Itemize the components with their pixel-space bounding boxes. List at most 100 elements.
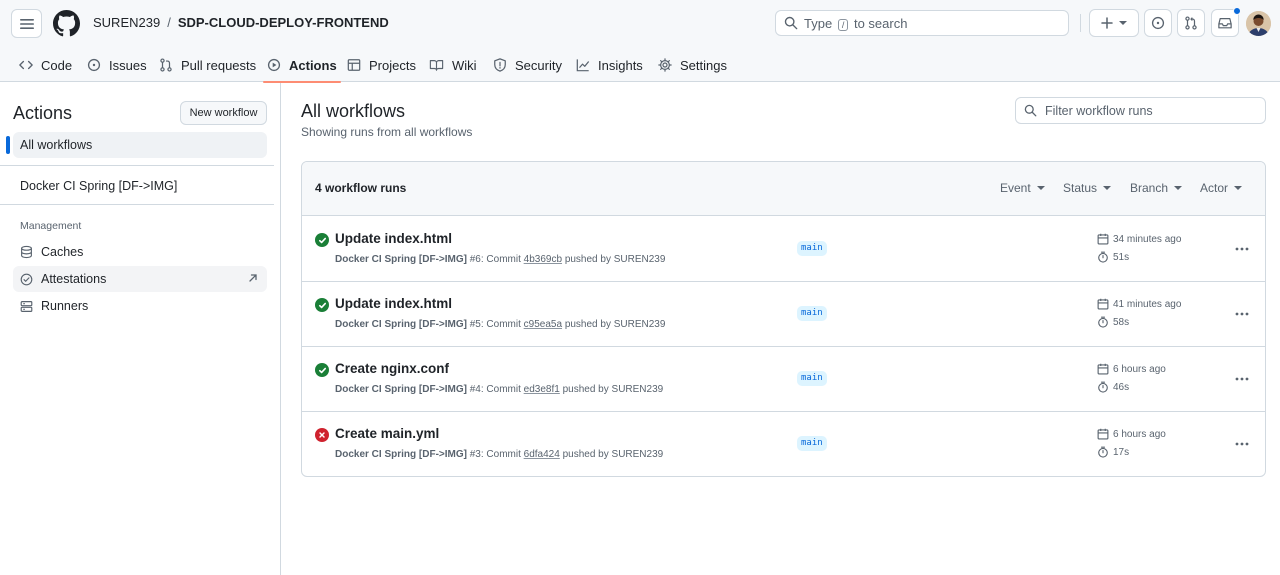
run-options-button[interactable] [1231, 304, 1253, 324]
tab-wiki[interactable]: Wiki [429, 48, 477, 82]
run-title-link[interactable]: Update index.html [335, 296, 452, 311]
branch-badge[interactable]: main [797, 436, 827, 451]
tab-settings[interactable]: Settings [658, 48, 727, 82]
workflow-run-row[interactable]: Update index.html Docker CI Spring [DF->… [302, 217, 1265, 282]
tab-pull-requests[interactable]: Pull requests [159, 48, 256, 82]
chevron-down-icon [1036, 186, 1045, 190]
code-icon [19, 60, 33, 70]
sidebar-item-label: Attestations [41, 272, 107, 286]
tab-code[interactable]: Code [19, 48, 72, 82]
database-icon [21, 245, 32, 259]
tab-label: Actions [289, 57, 337, 73]
run-options-button[interactable] [1231, 434, 1253, 454]
gear-icon [658, 58, 672, 72]
breadcrumb-separator: / [167, 15, 171, 30]
search-icon [1024, 104, 1037, 117]
tab-security[interactable]: Security [493, 48, 562, 82]
menu-button[interactable] [11, 9, 42, 38]
commit-sha-link[interactable]: 4b369cb [524, 254, 562, 265]
avatar[interactable] [1246, 11, 1271, 36]
top-header: SUREN239 / SDP-CLOUD-DEPLOY-FRONTEND Typ… [0, 0, 1280, 83]
tab-label: Projects [369, 57, 416, 73]
search-placeholder-prefix: Type [804, 15, 833, 31]
workflow-run-row[interactable]: Create main.yml Docker CI Spring [DF->IM… [302, 412, 1265, 476]
tab-actions[interactable]: Actions [263, 48, 341, 83]
sidebar-item-attestations[interactable]: Attestations [13, 266, 267, 292]
tab-label: Code [41, 57, 73, 73]
runs-count: 4 workflow runs [315, 181, 407, 195]
github-logo-icon[interactable] [53, 10, 80, 37]
tab-label: Wiki [452, 57, 477, 73]
commit-label: Commit [486, 384, 521, 395]
tab-issues[interactable]: Issues [87, 48, 147, 82]
hamburger-icon [19, 18, 34, 29]
shield-icon [494, 58, 506, 72]
failure-x-icon [315, 428, 329, 442]
run-meta: Docker CI Spring [DF->IMG] #4: Commit ed… [335, 384, 664, 395]
book-icon [429, 60, 444, 71]
run-number: #6 [469, 254, 481, 265]
tab-insights[interactable]: Insights [576, 48, 643, 82]
issues-button[interactable] [1144, 9, 1172, 37]
search-icon [784, 16, 798, 30]
commit-sha-link[interactable]: 6dfa424 [524, 449, 560, 460]
create-new-button[interactable] [1089, 9, 1139, 37]
workflow-run-row[interactable]: Create nginx.conf Docker CI Spring [DF->… [302, 347, 1265, 412]
sidebar-item-runners[interactable]: Runners [13, 293, 267, 319]
chevron-down-icon [1119, 21, 1127, 25]
run-time-text: 6 hours ago [1113, 363, 1166, 375]
dropdown-label: Actor [1200, 181, 1229, 195]
pull-requests-button[interactable] [1177, 9, 1205, 37]
run-title-link[interactable]: Create nginx.conf [335, 361, 449, 376]
commit-sha-link[interactable]: c95ea5a [524, 319, 562, 330]
search-placeholder-suffix: to search [853, 15, 908, 31]
dropdown-label: Status [1063, 181, 1098, 195]
sidebar-item-caches[interactable]: Caches [13, 239, 267, 265]
kebab-horizontal-icon [1235, 442, 1249, 446]
new-workflow-button[interactable]: New workflow [180, 101, 267, 125]
repo-nav-tabs: Code Issues Pull requests Actions Projec… [0, 48, 1280, 83]
sidebar-item-label: Docker CI Spring [DF->IMG] [20, 179, 178, 193]
run-workflow-name: Docker CI Spring [DF->IMG] [335, 449, 467, 460]
run-options-button[interactable] [1231, 239, 1253, 259]
repo-name-link[interactable]: SDP-CLOUD-DEPLOY-FRONTEND [178, 15, 389, 30]
run-duration: 51s [1097, 251, 1129, 263]
repo-owner-link[interactable]: SUREN239 [93, 15, 160, 30]
stopwatch-icon [1098, 446, 1108, 458]
commit-sha-link[interactable]: ed3e8f1 [524, 384, 560, 395]
success-check-icon [315, 233, 329, 247]
pull-request-icon [160, 58, 172, 72]
tab-projects[interactable]: Projects [347, 48, 416, 82]
status-filter-dropdown[interactable]: Status [1063, 181, 1112, 195]
branch-filter-dropdown[interactable]: Branch [1130, 181, 1183, 195]
kebab-horizontal-icon [1235, 312, 1249, 316]
branch-badge[interactable]: main [797, 371, 827, 386]
run-meta: Docker CI Spring [DF->IMG] #6: Commit 4b… [335, 254, 666, 265]
actor-filter-dropdown[interactable]: Actor [1200, 181, 1243, 195]
run-workflow-name: Docker CI Spring [DF->IMG] [335, 384, 467, 395]
success-check-icon [315, 363, 329, 377]
run-title-link[interactable]: Update index.html [335, 231, 452, 246]
tab-label: Pull requests [181, 57, 257, 73]
stopwatch-icon [1098, 251, 1108, 263]
branch-badge[interactable]: main [797, 306, 827, 321]
sidebar-item-workflow[interactable]: Docker CI Spring [DF->IMG] [13, 173, 267, 199]
actions-sidebar: Actions New workflow All workflows Docke… [0, 83, 281, 575]
search-shortcut-key: / [837, 18, 849, 31]
inbox-button[interactable] [1211, 7, 1241, 37]
pushed-by: pushed by SUREN239 [562, 384, 664, 395]
search-input[interactable]: Type / to search [775, 10, 1069, 36]
arrow-up-right-icon [249, 274, 257, 282]
run-number: #4 [469, 384, 481, 395]
filter-runs-input[interactable]: Filter workflow runs [1015, 97, 1266, 124]
branch-badge[interactable]: main [797, 241, 827, 256]
event-filter-dropdown[interactable]: Event [1000, 181, 1045, 195]
sidebar-item-all-workflows[interactable]: All workflows [6, 132, 267, 158]
run-time-text: 41 minutes ago [1113, 298, 1182, 310]
run-title-link[interactable]: Create main.yml [335, 426, 439, 441]
tab-label: Insights [598, 57, 643, 73]
breadcrumb: SUREN239 / SDP-CLOUD-DEPLOY-FRONTEND [93, 15, 389, 30]
run-time-text: 6 hours ago [1113, 428, 1166, 440]
run-options-button[interactable] [1231, 369, 1253, 389]
workflow-run-row[interactable]: Update index.html Docker CI Spring [DF->… [302, 282, 1265, 347]
